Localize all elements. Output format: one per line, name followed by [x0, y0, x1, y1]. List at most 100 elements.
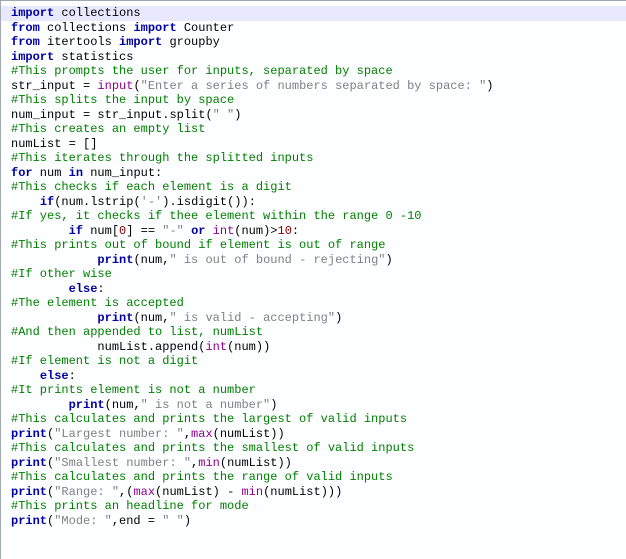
code-line: #And then appended to list, numList — [11, 325, 626, 340]
token-id — [220, 485, 227, 499]
token-id: collections — [54, 6, 140, 20]
token-id — [76, 137, 83, 151]
token-op: ,( — [119, 485, 133, 499]
token-kw: print — [11, 485, 47, 499]
code-line: print(num," is not a number") — [11, 398, 626, 413]
token-cm: #This splits the input by space — [11, 93, 234, 107]
token-kw: print — [97, 253, 133, 267]
token-bi: int — [213, 224, 235, 238]
code-line: if(num.lstrip('-').isdigit()): — [11, 195, 626, 210]
token-id: num — [241, 224, 263, 238]
token-kw: for — [11, 166, 33, 180]
token-kw: print — [69, 398, 105, 412]
code-line: #This prints an headline for mode — [11, 499, 626, 514]
token-id — [184, 224, 191, 238]
code-line: #This calculates and prints the range of… — [11, 470, 626, 485]
code-line: if num[0] == "-" or int(num)>10: — [11, 224, 626, 239]
code-line: #It prints element is not a number — [11, 383, 626, 398]
token-id: itertools — [40, 35, 119, 49]
code-line: print(num," is valid - accepting") — [11, 311, 626, 326]
token-op: ( — [133, 195, 140, 209]
token-cm: #This calculates and prints the smallest… — [11, 441, 414, 455]
token-bi: max — [191, 427, 213, 441]
token-cm: #This iterates through the splitted inpu… — [11, 151, 313, 165]
code-line: #This checks if each element is a digit — [11, 180, 626, 195]
token-id: groupby — [162, 35, 220, 49]
token-op: , — [133, 398, 140, 412]
code-line: #This iterates through the splitted inpu… — [11, 151, 626, 166]
token-id: split — [169, 108, 205, 122]
token-st: " " — [162, 514, 184, 528]
token-id: statistics — [54, 50, 133, 64]
token-id: numList — [220, 427, 270, 441]
token-id: num — [141, 311, 163, 325]
code-line: num_input = str_input.split(" ") — [11, 108, 626, 123]
token-op: ) — [213, 485, 220, 499]
code-line: else: — [11, 369, 626, 384]
token-kw: print — [11, 456, 47, 470]
code-editor[interactable]: import collectionsfrom collections impor… — [0, 0, 626, 559]
code-line: print("Mode: ",end = " ") — [11, 514, 626, 529]
token-cm: #This calculates and prints the range of… — [11, 470, 393, 484]
token-op: . — [148, 340, 155, 354]
code-line: #If other wise — [11, 267, 626, 282]
code-line: import collections — [1, 6, 626, 21]
token-op: ()): — [227, 195, 256, 209]
token-op: ( — [213, 427, 220, 441]
token-kw: import — [11, 50, 54, 64]
code-line: #If element is not a digit — [11, 354, 626, 369]
token-st: "Range: " — [54, 485, 119, 499]
token-op: )) — [277, 456, 291, 470]
token-st: '-' — [141, 195, 163, 209]
token-id: numList — [270, 485, 320, 499]
code-line: #This calculates and prints the largest … — [11, 412, 626, 427]
token-cm: #It prints element is not a number — [11, 383, 256, 397]
token-id: num — [61, 195, 83, 209]
token-op: : — [69, 369, 76, 383]
token-kw: in — [69, 166, 83, 180]
token-op: ( — [105, 398, 112, 412]
token-kw: print — [11, 514, 47, 528]
token-id: str_input — [90, 108, 162, 122]
code-line: numList.append(int(num)) — [11, 340, 626, 355]
token-id: append — [155, 340, 198, 354]
code-line: print("Smallest number: ",min(numList)) — [11, 456, 626, 471]
token-bi: int — [205, 340, 227, 354]
token-id: num — [141, 253, 163, 267]
code-line: print("Range: ",(max(numList) - min(numL… — [11, 485, 626, 500]
token-op: [ — [112, 224, 119, 238]
code-line: print("Largest number: ",max(numList)) — [11, 427, 626, 442]
token-kw: print — [11, 427, 47, 441]
token-kw: from — [11, 21, 40, 35]
token-kw: if — [40, 195, 54, 209]
token-id: num — [83, 224, 112, 238]
token-op: : — [97, 282, 104, 296]
token-op: ) — [386, 253, 393, 267]
token-kw: import — [11, 6, 54, 20]
token-id: num — [33, 166, 69, 180]
token-id: num — [112, 398, 134, 412]
code-line: #The element is accepted — [11, 296, 626, 311]
token-id: numList — [227, 456, 277, 470]
token-op: : — [155, 166, 162, 180]
token-cm: #This prompts the user for inputs, separ… — [11, 64, 393, 78]
token-id: lstrip — [90, 195, 133, 209]
token-op: ( — [220, 456, 227, 470]
token-op: )) — [256, 340, 270, 354]
token-cm: #If element is not a digit — [11, 354, 198, 368]
token-op: )> — [263, 224, 277, 238]
token-op: ) — [270, 398, 277, 412]
token-cm: #If yes, it checks if thee element withi… — [11, 209, 421, 223]
code-line: from collections import Counter — [11, 21, 626, 36]
token-op: ) — [335, 311, 342, 325]
token-id: collections — [40, 21, 134, 35]
token-kw: if — [69, 224, 83, 238]
token-op: = — [148, 514, 155, 528]
token-op: . — [169, 195, 176, 209]
token-id — [133, 224, 140, 238]
token-id — [205, 224, 212, 238]
token-st: "Largest number: " — [54, 427, 184, 441]
token-cm: #The element is accepted — [11, 296, 184, 310]
token-id: num — [234, 340, 256, 354]
token-id: num_input — [83, 166, 155, 180]
